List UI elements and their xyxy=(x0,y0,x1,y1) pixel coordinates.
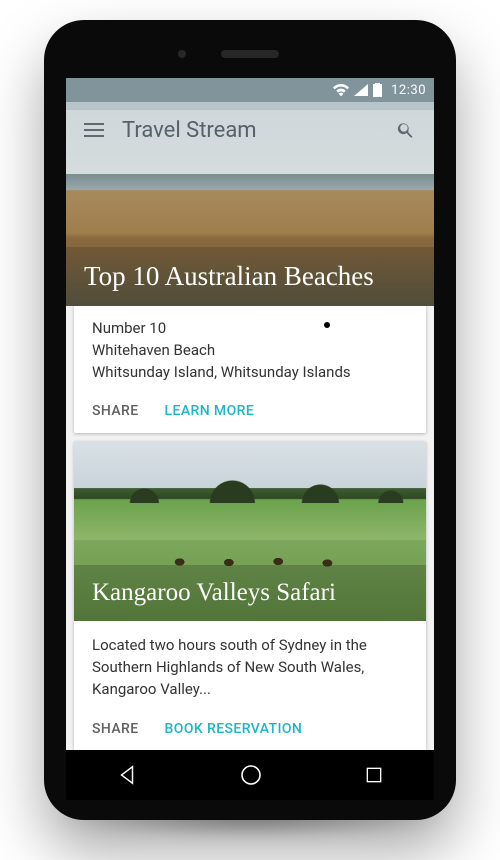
card-body: Located two hours south of Sydney in the… xyxy=(74,621,426,710)
content-scroll[interactable]: Top 10 Australian Beaches Number 10 Whit… xyxy=(66,78,434,750)
device-camera xyxy=(178,50,186,58)
status-time: 12:30 xyxy=(391,83,426,98)
android-nav-bar xyxy=(66,750,434,800)
search-icon xyxy=(396,120,416,140)
card-title: Top 10 Australian Beaches xyxy=(66,247,434,306)
cellular-icon xyxy=(354,84,368,96)
back-button[interactable] xyxy=(116,764,138,786)
card-actions: SHARE LEARN MORE xyxy=(74,393,426,433)
wifi-icon xyxy=(333,84,349,96)
share-button[interactable]: SHARE xyxy=(92,403,139,419)
card-body-line: Number 10 xyxy=(92,318,408,340)
card-actions: SHARE BOOK RESERVATION xyxy=(74,711,426,751)
status-bar: 12:30 xyxy=(66,78,434,102)
card-body: Number 10 Whitehaven Beach Whitsunday Is… xyxy=(74,304,426,393)
battery-icon xyxy=(373,83,382,97)
screen: 12:30 Travel Stream Top 10 Australian Be… xyxy=(66,78,434,750)
hamburger-icon xyxy=(84,123,104,137)
search-button[interactable] xyxy=(378,120,434,140)
device-shadow xyxy=(54,798,446,838)
share-button[interactable]: SHARE xyxy=(92,721,139,737)
book-reservation-button[interactable]: BOOK RESERVATION xyxy=(165,721,303,737)
recents-button[interactable] xyxy=(364,765,384,785)
card-title: Kangaroo Valleys Safari xyxy=(74,565,426,621)
device-frame: 12:30 Travel Stream Top 10 Australian Be… xyxy=(44,20,456,820)
card-body-line: Whitsunday Island, Whitsunday Islands xyxy=(92,362,408,384)
home-button[interactable] xyxy=(239,763,263,787)
overflow-dot xyxy=(324,322,330,328)
menu-button[interactable] xyxy=(66,123,122,137)
learn-more-button[interactable]: LEARN MORE xyxy=(165,403,255,419)
app-title: Travel Stream xyxy=(122,118,378,143)
card-body-line: Whitehaven Beach xyxy=(92,340,408,362)
card-media[interactable]: Kangaroo Valleys Safari xyxy=(74,441,426,621)
card: Kangaroo Valleys Safari Located two hour… xyxy=(74,441,426,750)
device-speaker xyxy=(221,50,279,58)
card: Number 10 Whitehaven Beach Whitsunday Is… xyxy=(74,304,426,433)
